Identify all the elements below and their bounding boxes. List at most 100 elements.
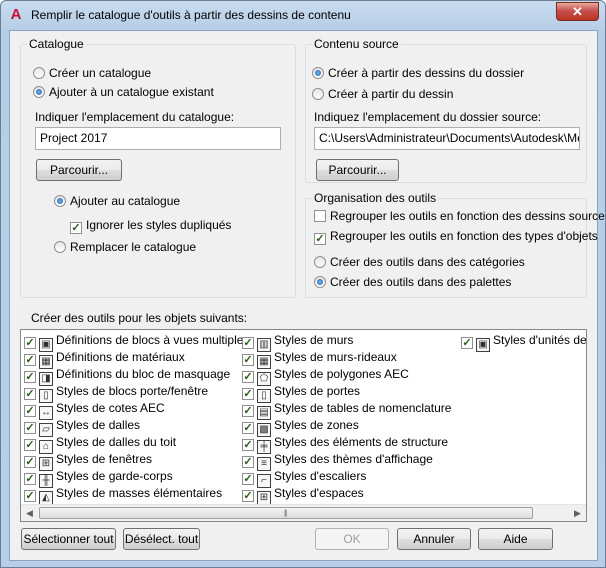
checkbox-tick-icon[interactable]: ✓ bbox=[24, 405, 36, 417]
checkbox-tick-icon[interactable]: ✓ bbox=[242, 405, 254, 417]
polygon-icon: ⬠ bbox=[257, 372, 271, 386]
scroll-left-icon[interactable]: ◀ bbox=[21, 505, 38, 521]
scrollbar-thumb[interactable]: ||| bbox=[39, 507, 533, 519]
catalogue-legend: Catalogue bbox=[29, 37, 84, 51]
deselect-all-button[interactable]: Désélect. tout bbox=[123, 528, 200, 550]
radio-indicator bbox=[33, 67, 45, 79]
group-by-drawing-checkbox[interactable]: Regrouper les outils en fonction des des… bbox=[314, 209, 605, 223]
select-all-button[interactable]: Sélectionner tout bbox=[21, 528, 116, 550]
catalogue-browse-button[interactable]: Parcourir... bbox=[36, 159, 122, 181]
close-button[interactable]: ✕ bbox=[556, 2, 599, 21]
create-catalogue-radio[interactable]: Créer un catalogue bbox=[33, 66, 151, 80]
ignore-duplicates-label: Ignorer les styles dupliqués bbox=[86, 218, 232, 232]
mask-block-icon: ◨ bbox=[39, 372, 53, 386]
list-item[interactable]: ✓ ▦ Styles de murs-rideaux bbox=[240, 349, 451, 369]
checkbox-tick-icon[interactable]: ✓ bbox=[24, 388, 36, 400]
source-drawing-radio[interactable]: Créer à partir du dessin bbox=[312, 87, 453, 101]
object-types-list[interactable]: ✓ ▣ Définitions de blocs à vues multiples … bbox=[20, 329, 587, 522]
list-item-label: Styles de dalles bbox=[56, 418, 141, 432]
list-item-label: Styles de zones bbox=[274, 418, 359, 432]
checkbox-tick-icon[interactable]: ✓ bbox=[24, 473, 36, 485]
list-item-label: Styles d'escaliers bbox=[274, 469, 367, 483]
list-item[interactable]: ✓ ◨ Définitions du bloc de masquage bbox=[22, 366, 249, 386]
checkbox-tick-icon[interactable]: ✓ bbox=[242, 371, 254, 383]
existing-catalogue-radio[interactable]: Ajouter à un catalogue existant bbox=[33, 85, 214, 99]
list-item-label: Styles de polygones AEC bbox=[274, 367, 409, 381]
checkbox-tick-icon[interactable]: ✓ bbox=[24, 490, 36, 502]
checkbox-tick-icon[interactable]: ✓ bbox=[24, 354, 36, 366]
list-item[interactable]: ✓ ╫ Styles de garde-corps bbox=[22, 468, 249, 488]
checkbox-tick-icon[interactable]: ✓ bbox=[242, 439, 254, 451]
checkbox-tick-icon[interactable]: ✓ bbox=[24, 439, 36, 451]
list-item-label: Styles de masses élémentaires bbox=[56, 486, 223, 500]
list-item[interactable]: ✓ ⬠ Styles de polygones AEC bbox=[240, 366, 451, 386]
list-item[interactable]: ✓ ▯ Styles de portes bbox=[240, 383, 451, 403]
list-item[interactable]: ✓ ↔ Styles de cotes AEC bbox=[22, 400, 249, 420]
list-item-label: Styles des thèmes d'affichage bbox=[274, 452, 433, 466]
mass-element-icon: ◭ bbox=[39, 491, 53, 505]
radio-indicator bbox=[314, 276, 326, 288]
title-bar[interactable]: A Remplir le catalogue d'outils à partir… bbox=[1, 1, 605, 29]
door-icon: ▯ bbox=[257, 389, 271, 403]
catalogue-location-input[interactable]: Project 2017 bbox=[35, 127, 281, 150]
list-item[interactable]: ✓ ▦ Définitions de matériaux bbox=[22, 349, 249, 369]
horizontal-scrollbar[interactable]: ◀ ||| ▶ bbox=[21, 504, 586, 521]
ignore-duplicates-checkbox[interactable]: ✓ Ignorer les styles dupliqués bbox=[70, 218, 231, 234]
checkbox-tick-icon[interactable]: ✓ bbox=[461, 337, 473, 349]
list-item[interactable]: ✓ ≡ Styles des thèmes d'affichage bbox=[240, 451, 451, 471]
radio-indicator bbox=[54, 241, 66, 253]
source-location-input[interactable]: C:\Users\Administrateur\Documents\Autode… bbox=[314, 127, 580, 150]
list-item[interactable]: ✓ ⊞ Styles d'espaces bbox=[240, 485, 451, 505]
list-item[interactable]: ✓ ▣ Définitions de blocs à vues multiples bbox=[22, 332, 250, 352]
group-by-type-checkbox[interactable]: ✓ Regrouper les outils en fonction des ty… bbox=[314, 229, 598, 245]
list-item[interactable]: ✓ ╪ Styles des éléments de structure bbox=[240, 434, 451, 454]
checkbox-tick-icon[interactable]: ✓ bbox=[24, 371, 36, 383]
unit-icon: ▣ bbox=[476, 338, 490, 352]
roof-slab-icon: ⌂ bbox=[39, 440, 53, 454]
list-item[interactable]: ✓ ▱ Styles de dalles bbox=[22, 417, 249, 437]
list-item[interactable]: ✓ ⌐ Styles d'escaliers bbox=[240, 468, 451, 488]
checkbox-tick-icon[interactable]: ✓ bbox=[242, 456, 254, 468]
list-item[interactable]: ✓ ▯ Styles de blocs porte/fenêtre bbox=[22, 383, 249, 403]
cancel-button[interactable]: Annuler bbox=[397, 528, 471, 550]
list-column-2: ✓ ▥ Styles de murs ✓ ▦ Styles de murs-rideau… bbox=[240, 332, 451, 505]
add-to-catalogue-radio[interactable]: Ajouter au catalogue bbox=[54, 194, 180, 208]
checkbox-tick-icon[interactable]: ✓ bbox=[242, 388, 254, 400]
checkbox-tick-icon[interactable]: ✓ bbox=[242, 473, 254, 485]
checkbox-tick-icon[interactable]: ✓ bbox=[242, 490, 254, 502]
checkbox-tick-icon[interactable]: ✓ bbox=[24, 422, 36, 434]
list-item[interactable]: ✓ ▥ Styles de murs bbox=[240, 332, 451, 352]
add-to-catalogue-label: Ajouter au catalogue bbox=[70, 194, 181, 208]
list-item[interactable]: ✓ ⌂ Styles de dalles du toit bbox=[22, 434, 249, 454]
source-browse-button[interactable]: Parcourir... bbox=[316, 159, 399, 181]
list-item-label: Définitions de blocs à vues multiples bbox=[56, 333, 250, 347]
ok-button[interactable]: OK bbox=[315, 528, 389, 550]
scroll-right-icon[interactable]: ▶ bbox=[569, 505, 586, 521]
group-by-type-label: Regrouper les outils en fonction des typ… bbox=[330, 229, 598, 243]
help-button[interactable]: Aide bbox=[478, 528, 553, 550]
checkbox-empty-icon bbox=[314, 210, 326, 222]
zone-icon: ▩ bbox=[257, 423, 271, 437]
list-item[interactable]: ✓ ⊞ Styles de fenêtres bbox=[22, 451, 249, 471]
list-item[interactable]: ✓ ▣ Styles d'unités de r bbox=[459, 332, 586, 352]
palettes-radio[interactable]: Créer des outils dans des palettes bbox=[314, 275, 511, 289]
list-item[interactable]: ✓ ◭ Styles de masses élémentaires bbox=[22, 485, 249, 505]
material-icon: ▦ bbox=[39, 355, 53, 369]
checkbox-tick-icon[interactable]: ✓ bbox=[242, 354, 254, 366]
list-column-3: ✓ ▣ Styles d'unités de r bbox=[459, 332, 586, 352]
list-item-label: Styles de portes bbox=[274, 384, 361, 398]
checkbox-tick-icon[interactable]: ✓ bbox=[242, 337, 254, 349]
replace-catalogue-label: Remplacer le catalogue bbox=[70, 240, 197, 254]
categories-radio[interactable]: Créer des outils dans des catégories bbox=[314, 255, 525, 269]
list-item[interactable]: ✓ ▩ Styles de zones bbox=[240, 417, 451, 437]
door-window-icon: ▯ bbox=[39, 389, 53, 403]
checkbox-tick-icon[interactable]: ✓ bbox=[24, 456, 36, 468]
space-icon: ⊞ bbox=[257, 491, 271, 505]
replace-catalogue-radio[interactable]: Remplacer le catalogue bbox=[54, 240, 196, 254]
window-icon: ⊞ bbox=[39, 457, 53, 471]
checkbox-tick-icon[interactable]: ✓ bbox=[242, 422, 254, 434]
checkbox-tick-icon[interactable]: ✓ bbox=[24, 337, 36, 349]
source-folder-radio[interactable]: Créer à partir des dessins du dossier bbox=[312, 66, 524, 80]
objects-list-label: Créer des outils pour les objets suivant… bbox=[31, 311, 248, 325]
list-item[interactable]: ✓ ▤ Styles de tables de nomenclature bbox=[240, 400, 451, 420]
